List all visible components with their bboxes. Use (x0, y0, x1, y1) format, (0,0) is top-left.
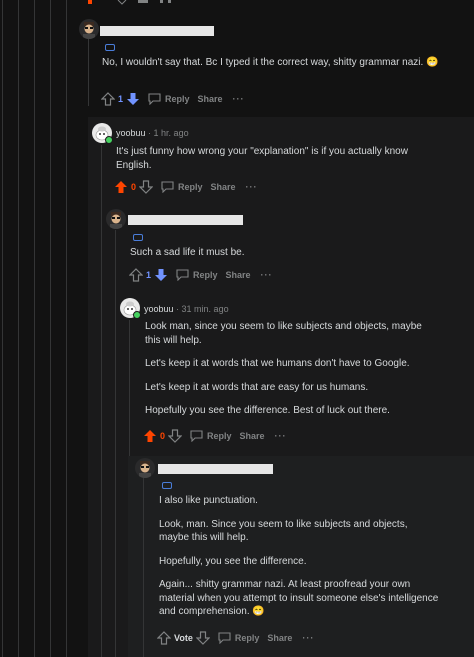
share-label: Share (239, 431, 265, 441)
avatar[interactable] (106, 209, 126, 229)
reply-button[interactable]: Reply (176, 269, 218, 281)
thread-line[interactable] (143, 478, 144, 657)
comment-paragraph: Look, man. Since you seem to like subjec… (159, 518, 408, 544)
comment-paragraph: Again... shitty grammar nazi. At least p… (159, 579, 439, 617)
thread-line[interactable] (88, 36, 89, 106)
username[interactable]: yoobuu (144, 304, 174, 314)
thread-line[interactable] (34, 0, 35, 657)
timestamp[interactable]: · 31 min. ago (176, 304, 229, 314)
speech-bubble-icon (218, 632, 231, 644)
vote-count: 0 (160, 431, 166, 441)
reply-button[interactable]: Reply (190, 430, 232, 442)
comment-body: Such a sad life it must be. (130, 246, 430, 260)
comment-header: yoobuu · 1 hr. ago (116, 128, 189, 138)
thread-line[interactable] (66, 0, 67, 657)
upvote-button[interactable] (156, 631, 172, 645)
downvote-button[interactable] (138, 180, 154, 194)
share-label: Share (225, 270, 251, 280)
avatar[interactable] (135, 458, 155, 478)
share-label: Share (267, 633, 293, 643)
speech-bubble-icon (148, 93, 161, 105)
more-options-button[interactable]: ··· (233, 94, 245, 104)
username-redacted[interactable] (158, 464, 273, 474)
reply-label: Reply (207, 431, 232, 441)
thread-line[interactable] (50, 0, 51, 657)
share-label: Share (210, 182, 236, 192)
share-button[interactable]: Share (240, 431, 265, 441)
vote-label: Vote (174, 633, 193, 643)
username-redacted[interactable] (128, 215, 243, 225)
comment-paragraph: Let's keep it at words that we humans do… (145, 358, 410, 369)
vote-count: 1 (118, 94, 124, 104)
comment-paragraph: Hopefully, you see the difference. (159, 555, 307, 567)
upvote-button[interactable] (114, 180, 128, 194)
downvote-button[interactable] (167, 429, 183, 443)
thread-line[interactable] (115, 230, 116, 657)
username-redacted[interactable] (100, 26, 214, 36)
reply-label: Reply (165, 94, 190, 104)
comment-actions: 1 Reply Share ··· (128, 268, 273, 282)
comment-paragraph: No, I wouldn't say that. Bc I typed it t… (102, 57, 439, 68)
comment-paragraph: It's just funny how wrong your "explanat… (116, 146, 408, 171)
reply-button[interactable]: Reply (148, 93, 190, 105)
comment-paragraph: Hopefully you see the difference. Best o… (145, 405, 390, 416)
comment-actions: 0 Reply Share ··· (143, 429, 287, 443)
comment-actions: 0 Reply Share ··· (114, 180, 258, 194)
more-options-button[interactable]: ··· (302, 633, 314, 643)
comment-body: No, I wouldn't say that. Bc I typed it t… (102, 56, 452, 70)
more-options-button[interactable]: ··· (261, 270, 273, 280)
thread-line[interactable] (2, 0, 3, 657)
user-flair (105, 44, 115, 51)
downvote-button[interactable] (126, 92, 140, 106)
comment-paragraph: Look man, since you seem to like subject… (145, 321, 422, 346)
user-flair (162, 482, 172, 489)
comment-paragraph: I also like punctuation. (159, 495, 258, 506)
avatar[interactable] (79, 19, 99, 39)
reply-label: Reply (178, 182, 203, 192)
downvote-button[interactable] (195, 631, 211, 645)
timestamp[interactable]: · 1 hr. ago (148, 128, 189, 138)
reply-button[interactable]: Reply (161, 181, 203, 193)
vote-count: 0 (131, 182, 137, 192)
comment-actions: Vote Reply Share ··· (156, 631, 314, 645)
share-label: Share (197, 94, 223, 104)
comment-body: Look man, since you seem to like subject… (145, 320, 435, 418)
upvote-button[interactable] (100, 92, 116, 106)
comment-body: It's just funny how wrong your "explanat… (116, 145, 426, 172)
more-options-button[interactable]: ··· (246, 182, 258, 192)
username[interactable]: yoobuu (116, 128, 146, 138)
reply-label: Reply (234, 633, 260, 643)
speech-bubble-icon (176, 269, 189, 281)
upvote-button[interactable] (143, 429, 157, 443)
reply-button[interactable]: Reply (218, 632, 260, 644)
speech-bubble-icon (161, 181, 174, 193)
thread-line[interactable] (101, 145, 102, 657)
user-flair (133, 234, 143, 241)
comment-body: I also like punctuation. Look, man. Sinc… (159, 494, 439, 619)
reply-label: Reply (193, 270, 218, 280)
share-button[interactable]: Share (211, 182, 236, 192)
online-status-indicator (133, 311, 141, 319)
speech-bubble-icon (190, 430, 203, 442)
comment-actions: 1 Reply Share ··· (100, 92, 245, 106)
comment-header: yoobuu · 31 min. ago (144, 304, 229, 314)
comment-paragraph: Let's keep it at words that are easy for… (145, 381, 369, 393)
share-button[interactable]: Share (198, 94, 223, 104)
upvote-button[interactable] (128, 268, 144, 282)
share-button[interactable]: Share (267, 633, 292, 643)
online-status-indicator (105, 136, 113, 144)
downvote-button[interactable] (154, 268, 168, 282)
comment-paragraph: Such a sad life it must be. (130, 247, 245, 258)
share-button[interactable]: Share (226, 270, 251, 280)
thread-line[interactable] (18, 0, 19, 657)
vote-count: 1 (146, 270, 152, 280)
more-options-button[interactable]: ··· (275, 431, 287, 441)
previous-comment-actions (88, 0, 171, 5)
